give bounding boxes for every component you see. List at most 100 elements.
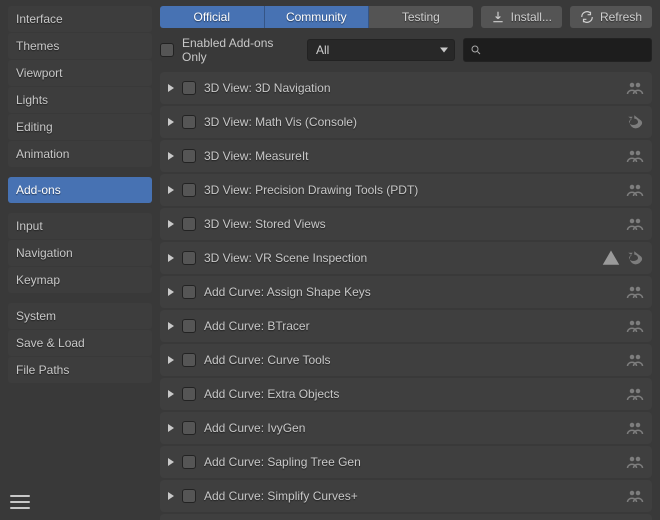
community-icon [626, 147, 644, 165]
sidebar-item-system[interactable]: System [8, 303, 152, 329]
refresh-button[interactable]: Refresh [570, 6, 652, 28]
addon-row: 3D View: VR Scene Inspection [160, 242, 652, 274]
sidebar-item-viewport[interactable]: Viewport [8, 60, 152, 86]
addon-meta-icons [626, 79, 644, 97]
addon-meta-icons [626, 385, 644, 403]
addon-disclosure-toggle[interactable] [168, 288, 174, 296]
addon-meta-icons [626, 351, 644, 369]
addon-enable-checkbox[interactable] [182, 285, 196, 299]
addon-row: 3D View: 3D Navigation [160, 72, 652, 104]
addon-enable-checkbox[interactable] [182, 421, 196, 435]
sidebar-item-label: Input [16, 219, 43, 233]
addon-name: Add Curve: Simplify Curves+ [204, 489, 618, 503]
addon-meta-icons [626, 181, 644, 199]
addon-name: Add Curve: Assign Shape Keys [204, 285, 618, 299]
addon-enable-checkbox[interactable] [182, 353, 196, 367]
addon-name: 3D View: Stored Views [204, 217, 618, 231]
sidebar-item-label: Navigation [16, 246, 73, 260]
addon-source-tab-community[interactable]: Community [265, 6, 370, 28]
sidebar-item-label: Keymap [16, 273, 60, 287]
addon-meta-icons [626, 147, 644, 165]
addon-meta-icons [602, 249, 644, 267]
community-icon [626, 351, 644, 369]
addon-row: 3D View: MeasureIt [160, 140, 652, 172]
community-icon [626, 487, 644, 505]
sidebar-item-label: Editing [16, 120, 53, 134]
addon-disclosure-toggle[interactable] [168, 356, 174, 364]
addon-source-tab-official[interactable]: Official [160, 6, 265, 28]
addon-meta-icons [626, 283, 644, 301]
addon-disclosure-toggle[interactable] [168, 118, 174, 126]
addons-panel: Official Community Testing Install... Refr… [160, 0, 660, 520]
sidebar-item-navigation[interactable]: Navigation [8, 240, 152, 266]
community-icon [626, 215, 644, 233]
addon-meta-icons [626, 317, 644, 335]
sidebar-item-label: Save & Load [16, 336, 85, 350]
sidebar-item-keymap[interactable]: Keymap [8, 267, 152, 293]
addons-filter-bar: Enabled Add-ons Only All [160, 36, 652, 64]
addon-row: Add Curve: Assign Shape Keys [160, 276, 652, 308]
tab-label: Official [194, 10, 230, 24]
addon-list[interactable]: 3D View: 3D Navigation 3D View: Math Vis … [160, 72, 652, 520]
addon-name: Add Curve: Sapling Tree Gen [204, 455, 618, 469]
addon-disclosure-toggle[interactable] [168, 152, 174, 160]
sidebar-item-animation[interactable]: Animation [8, 141, 152, 167]
sidebar-item-lights[interactable]: Lights [8, 87, 152, 113]
addon-name: Add Curve: Extra Objects [204, 387, 618, 401]
addon-enable-checkbox[interactable] [182, 387, 196, 401]
hamburger-menu-button[interactable] [8, 490, 32, 514]
addon-disclosure-toggle[interactable] [168, 220, 174, 228]
addon-enable-checkbox[interactable] [182, 183, 196, 197]
warning-icon [602, 249, 620, 267]
addon-disclosure-toggle[interactable] [168, 390, 174, 398]
sidebar-item-label: Viewport [16, 66, 62, 80]
addon-enable-checkbox[interactable] [182, 149, 196, 163]
sidebar-item-add-ons[interactable]: Add-ons [8, 177, 152, 203]
addon-name: Add Curve: Curve Tools [204, 353, 618, 367]
addon-source-tabs: Official Community Testing [160, 6, 473, 28]
addon-meta-icons [626, 487, 644, 505]
addon-search-input[interactable] [482, 41, 645, 59]
addon-enable-checkbox[interactable] [182, 251, 196, 265]
enabled-only-checkbox[interactable] [160, 43, 174, 57]
addon-row: Add Curve: IvyGen [160, 412, 652, 444]
category-dropdown-value: All [316, 43, 329, 57]
addon-disclosure-toggle[interactable] [168, 186, 174, 194]
addon-disclosure-toggle[interactable] [168, 254, 174, 262]
addon-search-field[interactable] [463, 38, 652, 62]
addon-enable-checkbox[interactable] [182, 455, 196, 469]
tab-label: Community [286, 10, 347, 24]
addon-row: 3D View: Precision Drawing Tools (PDT) [160, 174, 652, 206]
addon-disclosure-toggle[interactable] [168, 458, 174, 466]
community-icon [626, 181, 644, 199]
addon-enable-checkbox[interactable] [182, 489, 196, 503]
community-icon [626, 283, 644, 301]
sidebar-item-save-load[interactable]: Save & Load [8, 330, 152, 356]
addon-row: 3D View: Math Vis (Console) [160, 106, 652, 138]
community-icon [626, 385, 644, 403]
addon-enable-checkbox[interactable] [182, 81, 196, 95]
sidebar-item-label: Add-ons [16, 183, 61, 197]
sidebar-item-label: File Paths [16, 363, 69, 377]
category-dropdown[interactable]: All [307, 39, 455, 61]
sidebar-item-themes[interactable]: Themes [8, 33, 152, 59]
install-button[interactable]: Install... [481, 6, 562, 28]
addon-disclosure-toggle[interactable] [168, 424, 174, 432]
addon-enable-checkbox[interactable] [182, 319, 196, 333]
addon-source-tab-testing[interactable]: Testing [369, 6, 473, 28]
sidebar-item-label: Animation [16, 147, 69, 161]
sidebar-item-input[interactable]: Input [8, 213, 152, 239]
sidebar-item-interface[interactable]: Interface [8, 6, 152, 32]
sidebar-item-label: Interface [16, 12, 63, 26]
addon-disclosure-toggle[interactable] [168, 322, 174, 330]
addon-row: Add Curve: Extra Objects [160, 378, 652, 410]
sidebar-item-editing[interactable]: Editing [8, 114, 152, 140]
addon-enable-checkbox[interactable] [182, 115, 196, 129]
addon-row: Add Curve: Simplify Curves+ [160, 480, 652, 512]
addon-name: 3D View: Math Vis (Console) [204, 115, 618, 129]
addon-disclosure-toggle[interactable] [168, 84, 174, 92]
refresh-icon [580, 10, 594, 24]
addon-enable-checkbox[interactable] [182, 217, 196, 231]
sidebar-item-file-paths[interactable]: File Paths [8, 357, 152, 383]
addon-disclosure-toggle[interactable] [168, 492, 174, 500]
